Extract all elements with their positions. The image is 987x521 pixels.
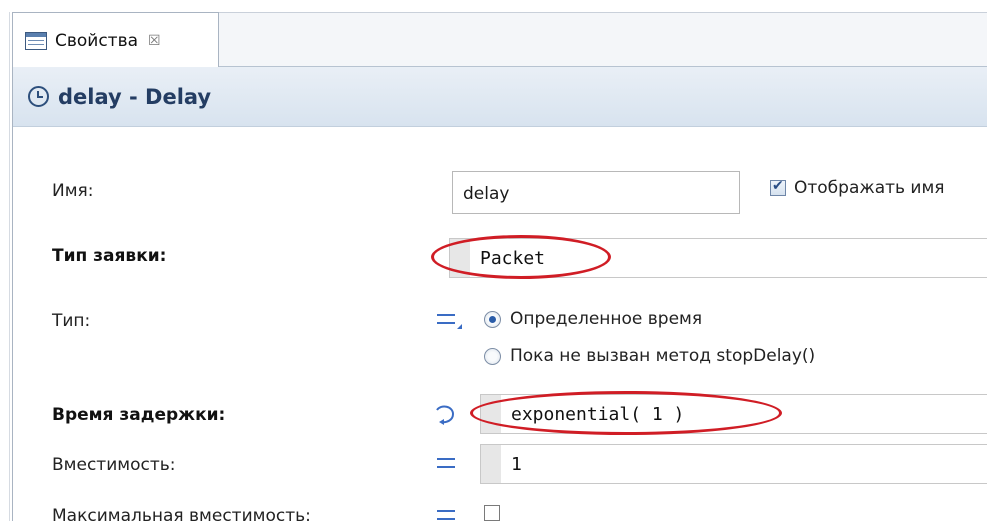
type-option-fixed[interactable]: Определенное время <box>484 309 702 329</box>
agent-type-label: Тип заявки: <box>52 246 167 266</box>
tab-properties[interactable]: Свойства ☒ <box>13 12 219 68</box>
static-value-icon[interactable] <box>437 510 455 520</box>
name-input[interactable]: delay <box>452 171 740 214</box>
delay-time-field[interactable]: exponential( 1 ) <box>480 394 987 434</box>
capacity-field[interactable]: 1 <box>480 444 987 484</box>
clock-icon <box>28 86 49 107</box>
capacity-value: 1 <box>511 454 522 475</box>
radio-label: Пока не вызван метод stopDelay() <box>510 346 816 366</box>
properties-table-icon <box>25 31 47 50</box>
properties-header: delay - Delay <box>13 67 987 127</box>
view-tab-bar: Свойства ☒ <box>13 12 987 68</box>
show-name-checkbox[interactable] <box>770 178 786 196</box>
dynamic-value-icon[interactable] <box>433 404 457 426</box>
agent-type-value: Packet <box>480 248 546 269</box>
max-capacity-label: Максимальная вместимость: <box>52 506 311 521</box>
show-name-option[interactable]: Отображать имя <box>770 178 945 198</box>
page-title: delay - Delay <box>58 84 212 109</box>
delay-time-value: exponential( 1 ) <box>511 404 685 425</box>
max-capacity-checkbox[interactable] <box>484 505 500 521</box>
static-value-icon[interactable] <box>437 314 462 329</box>
radio-button[interactable] <box>484 347 501 365</box>
close-icon[interactable]: ☒ <box>148 33 161 49</box>
name-label: Имя: <box>52 181 94 201</box>
field-gutter <box>481 395 501 433</box>
field-gutter <box>481 445 501 483</box>
type-label: Тип: <box>52 311 91 331</box>
frame-edge <box>9 12 10 521</box>
field-gutter <box>450 239 470 277</box>
radio-label: Определенное время <box>510 309 703 329</box>
agent-type-field[interactable]: Packet <box>449 238 987 278</box>
show-name-label: Отображать имя <box>794 178 945 198</box>
delay-time-label: Время задержки: <box>52 405 226 425</box>
type-option-until-stop[interactable]: Пока не вызван метод stopDelay() <box>484 346 815 366</box>
capacity-label: Вместимость: <box>52 455 176 475</box>
tab-label: Свойства <box>55 30 139 51</box>
static-value-icon[interactable] <box>437 458 455 468</box>
radio-button[interactable] <box>484 310 501 328</box>
